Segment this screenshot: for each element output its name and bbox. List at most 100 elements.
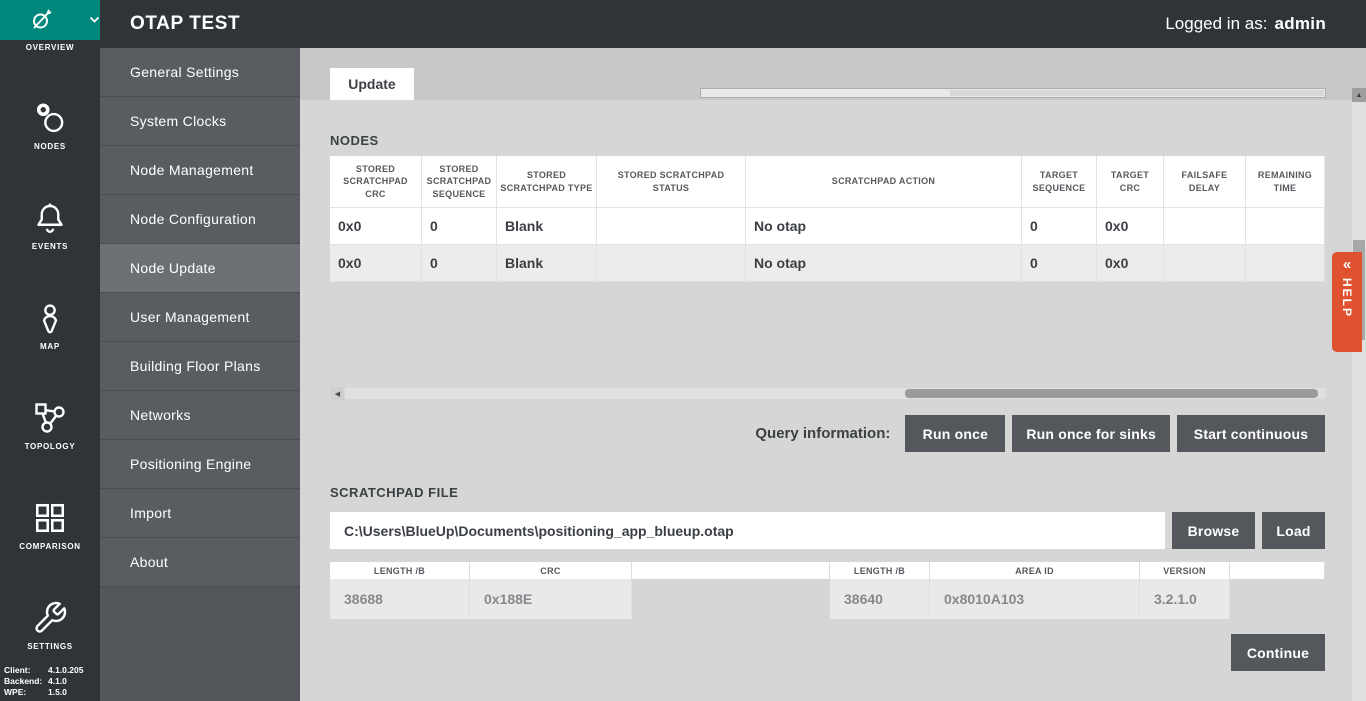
cell: 0 [422, 245, 497, 282]
version-row-wpe: WPE: 1.5.0 [4, 687, 98, 698]
nav-label: TOPOLOGY [24, 442, 76, 451]
topology-icon [35, 403, 65, 433]
start-continuous-button[interactable]: Start continuous [1177, 415, 1325, 452]
column-header-remaining-time: REMAINING TIME [1246, 156, 1325, 208]
table-row[interactable]: 0x0 0 Blank No otap 0 0x0 [330, 245, 1325, 282]
sidebar-item-comparison[interactable]: COMPARISON [0, 500, 100, 551]
version-label: Client: [4, 665, 31, 675]
menu-item-about[interactable]: About [100, 538, 300, 587]
version-value: 4.1.0.205 [48, 665, 84, 675]
cell: 0 [1022, 245, 1097, 282]
column-header-length-b-stored: LENGTH /B [330, 562, 470, 579]
query-information-label: Query information: [755, 425, 891, 442]
sidebar-item-events[interactable]: EVENTS [0, 200, 100, 251]
menu-item-positioning-engine[interactable]: Positioning Engine [100, 440, 300, 489]
menu-item-system-clocks[interactable]: System Clocks [100, 97, 300, 146]
run-once-for-sinks-button[interactable]: Run once for sinks [1012, 415, 1170, 452]
sidebar-item-settings[interactable]: SETTINGS [0, 600, 100, 651]
menu-item-node-configuration[interactable]: Node Configuration [100, 195, 300, 244]
cell [1246, 245, 1325, 282]
version-label: WPE: [4, 687, 27, 697]
column-header-length-b-file: LENGTH /B [830, 562, 930, 579]
cell: 0x0 [330, 208, 422, 245]
column-header-scratchpad-action: SCRATCHPAD ACTION [746, 156, 1022, 208]
settings-menu: General Settings System Clocks Node Mana… [100, 48, 300, 701]
column-header-stored-scratchpad-status: STORED SCRATCHPAD STATUS [597, 156, 746, 208]
vertical-scrollbar[interactable]: ▲ [1352, 88, 1366, 701]
scratchpad-file-path-input[interactable] [330, 512, 1165, 549]
run-once-button[interactable]: Run once [905, 415, 1006, 452]
file-version-value: 3.2.1.0 [1140, 579, 1230, 619]
sidebar-item-map[interactable]: MAP [0, 300, 100, 351]
column-header-version: VERSION [1140, 562, 1230, 579]
cell: 0x0 [1097, 245, 1164, 282]
scratchpad-table-header: LENGTH /B CRC LENGTH /B AREA ID VERSION [330, 562, 1325, 579]
column-header-failsafe-delay: FAILSAFE DELAY [1164, 156, 1246, 208]
sidebar-item-overview[interactable] [0, 0, 100, 40]
menu-item-import[interactable]: Import [100, 489, 300, 538]
scratchpad-file-section-title: SCRATCHPAD FILE [330, 485, 459, 500]
spacer-cell [1230, 579, 1325, 619]
menu-item-node-update[interactable]: Node Update [100, 244, 300, 293]
table-row[interactable]: 0x0 0 Blank No otap 0 0x0 [330, 208, 1325, 245]
wrench-icon [35, 601, 67, 633]
logged-in-label: Logged in as: [1165, 14, 1268, 33]
chevron-down-icon [89, 16, 100, 23]
menu-item-node-management[interactable]: Node Management [100, 146, 300, 195]
menu-item-general-settings[interactable]: General Settings [100, 48, 300, 97]
continue-button[interactable]: Continue [1231, 634, 1325, 671]
app-logo-icon [32, 9, 51, 29]
version-value: 4.1.0 [48, 676, 67, 686]
help-tab-label: HELP [1340, 278, 1354, 319]
file-length-value: 38640 [830, 579, 930, 619]
column-header-spacer [632, 562, 830, 579]
table-horizontal-scrollbar[interactable]: ◀ [331, 387, 1325, 400]
scratchpad-info-table: LENGTH /B CRC LENGTH /B AREA ID VERSION … [330, 562, 1325, 619]
horizontal-scroll-track[interactable] [345, 388, 1325, 399]
menu-item-networks[interactable]: Networks [100, 391, 300, 440]
cell: 0x0 [330, 245, 422, 282]
column-header-target-sequence: TARGET SEQUENCE [1022, 156, 1097, 208]
cell [597, 208, 746, 245]
cell: No otap [746, 245, 1022, 282]
sidebar-item-nodes[interactable]: NODES [0, 100, 100, 151]
query-information-row: Query information: Run once Run once for… [300, 415, 1325, 452]
bell-icon [37, 203, 63, 233]
column-header-crc: CRC [470, 562, 632, 579]
horizontal-scroll-thumb[interactable] [905, 389, 1318, 398]
nav-label: COMPARISON [19, 542, 81, 551]
map-person-pin-icon [42, 304, 58, 334]
spacer-cell [632, 579, 830, 619]
nav-label: NODES [34, 142, 66, 151]
grid-icon [35, 503, 65, 533]
scroll-up-arrow-icon[interactable]: ▲ [1352, 88, 1366, 102]
load-button[interactable]: Load [1262, 512, 1325, 549]
column-header-area-id: AREA ID [930, 562, 1140, 579]
sidebar-item-overview-label: OVERVIEW [25, 43, 75, 52]
menu-item-building-floor-plans[interactable]: Building Floor Plans [100, 342, 300, 391]
column-header-spacer [1230, 562, 1325, 579]
scratchpad-table-row: 38688 0x188E 38640 0x8010A103 3.2.1.0 [330, 579, 1325, 619]
tab-update[interactable]: Update [330, 68, 414, 100]
cell [1164, 245, 1246, 282]
top-horizontal-scrollbar[interactable] [700, 88, 1326, 98]
collapse-chevrons-icon: « [1342, 256, 1352, 273]
nav-label: SETTINGS [27, 642, 73, 651]
nodes-section-title: NODES [330, 133, 379, 148]
menu-item-user-management[interactable]: User Management [100, 293, 300, 342]
cell: No otap [746, 208, 1022, 245]
scratchpad-file-row: Browse Load [330, 512, 1325, 549]
column-header-stored-scratchpad-sequence: STORED SCRATCHPAD SEQUENCE [422, 156, 497, 208]
browse-button[interactable]: Browse [1172, 512, 1255, 549]
sidebar-item-topology[interactable]: TOPOLOGY [0, 400, 100, 451]
nav-label: MAP [40, 342, 60, 351]
nodes-table-header: STORED SCRATCHPAD CRC STORED SCRATCHPAD … [330, 156, 1325, 208]
version-label: Backend: [4, 676, 43, 686]
top-horizontal-scroll-thumb[interactable] [949, 90, 1324, 96]
top-header: OTAP TEST Logged in as: admin [0, 0, 1366, 48]
column-header-stored-scratchpad-crc: STORED SCRATCHPAD CRC [330, 156, 422, 208]
tab-strip: Update [300, 48, 1366, 100]
help-tab[interactable]: « HELP [1332, 252, 1362, 352]
version-row-backend: Backend: 4.1.0 [4, 676, 98, 687]
scroll-left-arrow-icon[interactable]: ◀ [331, 387, 344, 400]
